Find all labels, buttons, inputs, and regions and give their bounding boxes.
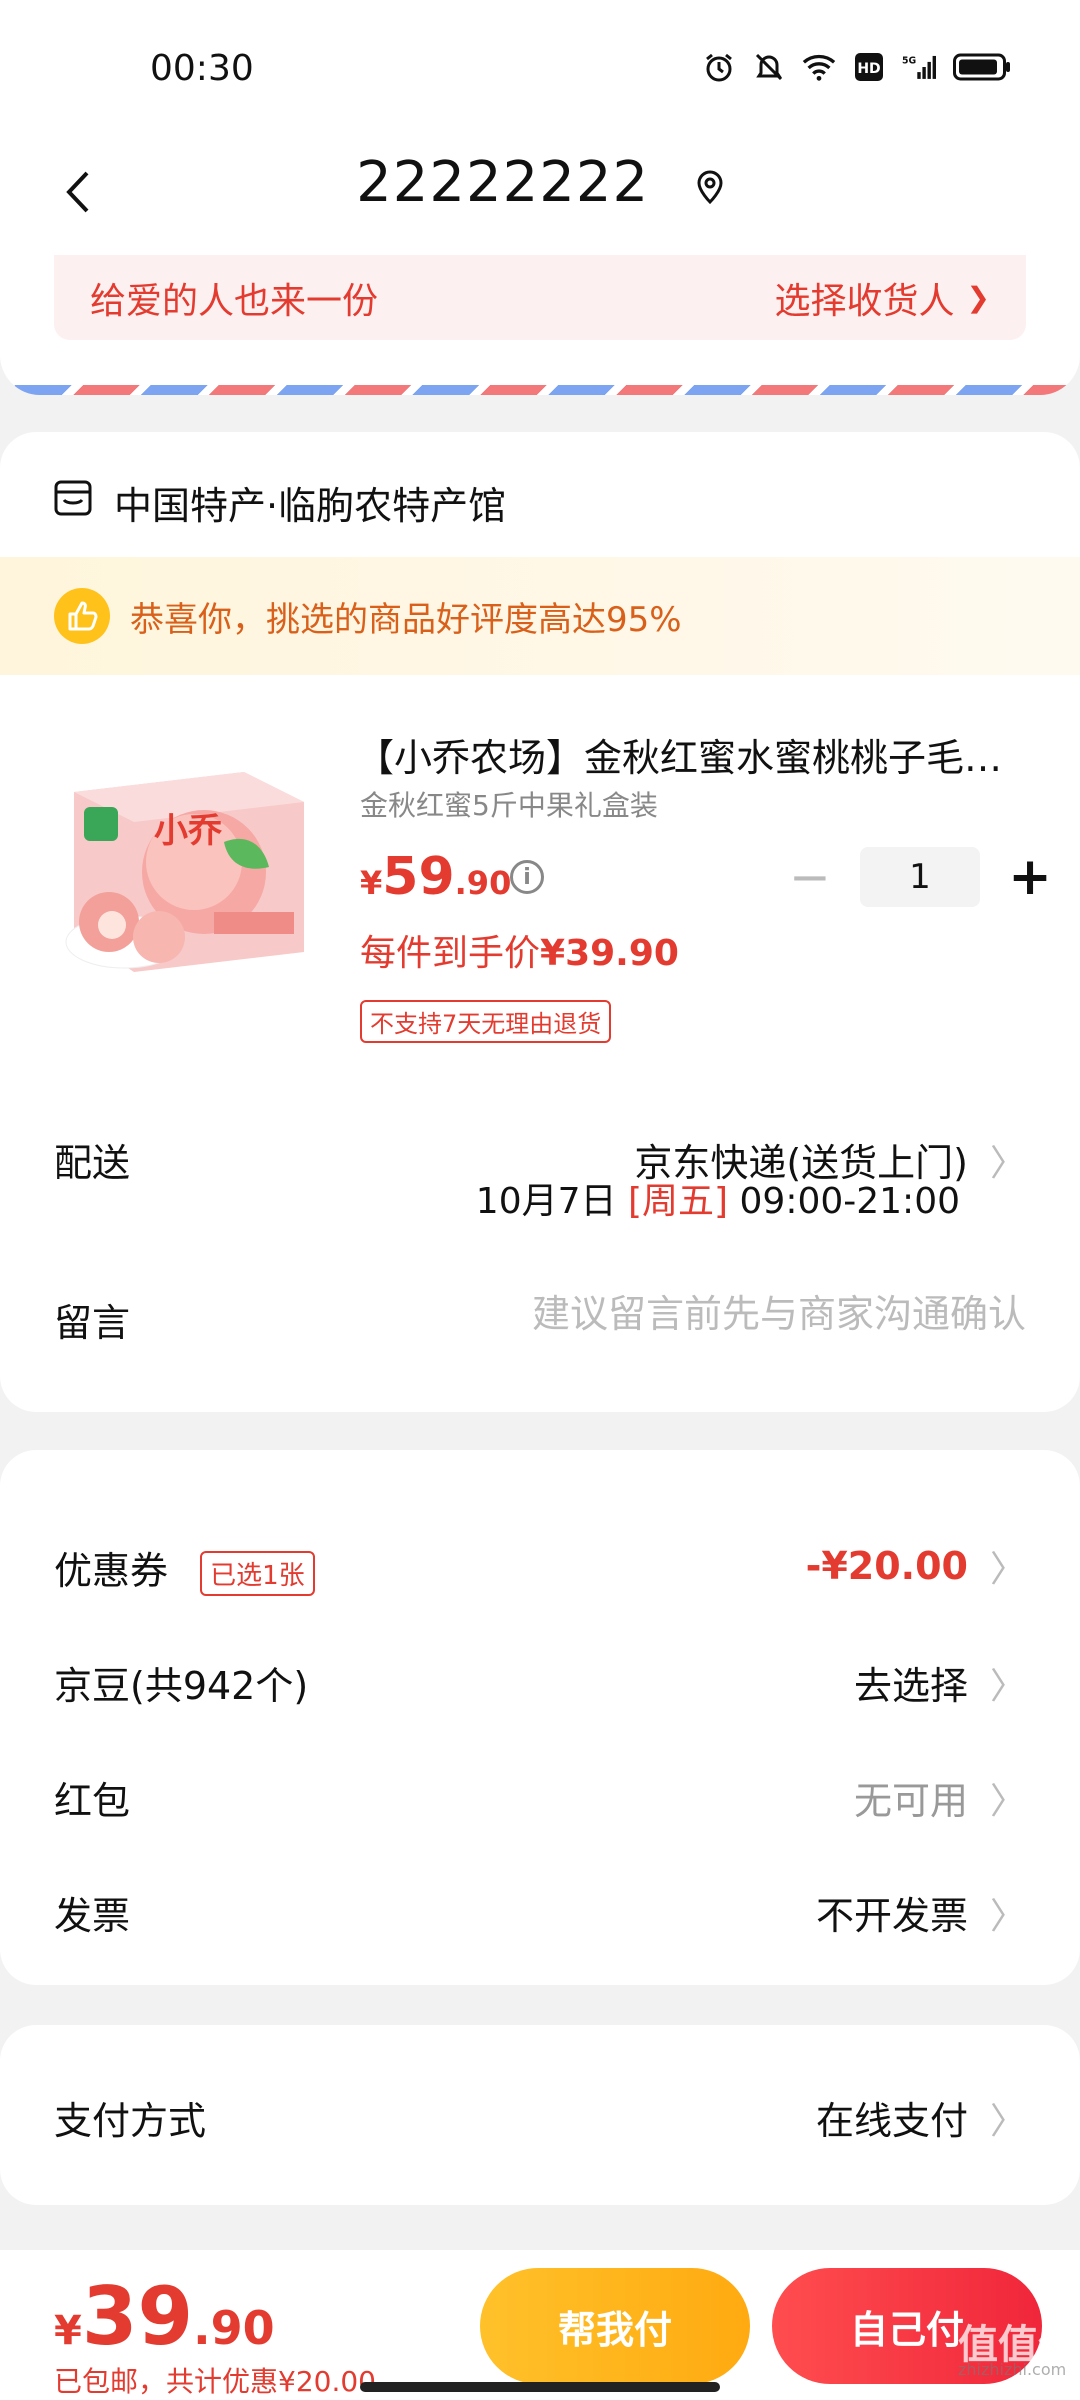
status-icons: HD 5G — [702, 50, 1012, 84]
chevron-right-icon: 〉 — [989, 1142, 1026, 1184]
message-label: 留言 — [54, 1301, 131, 1345]
coupon-row[interactable]: -¥20.00 〉 — [806, 1540, 1026, 1592]
beans-value: 去选择 — [853, 1664, 968, 1708]
total-price: ¥ 39 .90 — [54, 2270, 275, 2363]
battery-icon — [952, 50, 1012, 84]
mute-bell-icon — [752, 50, 786, 84]
location-pin-icon — [696, 153, 724, 218]
coupon-row-label: 优惠券 已选1张 — [54, 1540, 315, 1596]
total-decimal: .90 — [193, 2301, 275, 2355]
delivery-date[interactable]: 10月7日 [周五] 09:00-21:00 — [476, 1172, 960, 1224]
shop-card: 中国特产·临朐农特产馆 恭喜你，挑选的商品好评度高达95% 小乔 【小乔农场】金… — [0, 432, 1080, 1412]
total-currency: ¥ — [54, 2308, 82, 2354]
coupon-value: -¥20.00 — [805, 1544, 968, 1588]
total-integer: 39 — [81, 2270, 194, 2363]
beans-row[interactable]: 去选择 〉 — [854, 1655, 1026, 1710]
final-price: 每件到手价¥39.90 — [360, 924, 679, 976]
final-price-value: ¥39.90 — [540, 933, 679, 974]
redpacket-row[interactable]: 无可用 〉 — [854, 1770, 1026, 1825]
wifi-icon — [802, 50, 836, 84]
chevron-right-icon: 〉 — [989, 2100, 1026, 2142]
info-icon[interactable]: i — [510, 860, 544, 894]
product-spec[interactable]: 金秋红蜜5斤中果礼盒装 — [360, 784, 658, 824]
checkout-bar: ¥ 39 .90 已包邮，共计优惠¥20.00 帮我付 自己付 — [0, 2250, 1080, 2400]
shop-icon — [54, 480, 92, 525]
price-integer: 59 — [382, 847, 455, 907]
hd-icon: HD — [852, 50, 886, 84]
payment-method-value: 在线支付 — [815, 2099, 968, 2143]
message-input[interactable] — [386, 1292, 1026, 1336]
delivery-date-day: 10月7日 — [475, 1181, 617, 1222]
coupon-label: 优惠券 — [54, 1549, 169, 1593]
return-policy-badge: 不支持7天无理由退货 — [360, 1000, 612, 1043]
invoice-label: 发票 — [54, 1894, 131, 1938]
coupon-selected-badge: 已选1张 — [200, 1551, 315, 1596]
price-decimal: .90 — [454, 864, 512, 902]
chevron-right-icon: 〉 — [989, 1549, 1026, 1590]
payment-label: 支付方式 — [54, 2099, 207, 2143]
delivery-time-range: 09:00-21:00 — [739, 1181, 960, 1222]
delivery-weekday: [周五] — [627, 1181, 729, 1222]
payment-method-row[interactable]: 在线支付 〉 — [816, 2090, 1026, 2145]
select-recipient-label: 选择收货人 — [774, 280, 955, 322]
chevron-right-icon: 〉 — [989, 1665, 1026, 1707]
quantity-value[interactable]: 1 — [860, 847, 980, 907]
svg-text:小乔: 小乔 — [154, 811, 223, 851]
final-price-label: 每件到手价 — [360, 933, 541, 974]
5g-signal-icon: 5G — [902, 50, 936, 84]
chevron-right-icon: 〉 — [989, 1780, 1026, 1822]
airmail-stripe — [0, 385, 1080, 395]
help-pay-button[interactable]: 帮我付 — [480, 2268, 750, 2384]
product-price: ¥ 59 .90 — [360, 847, 511, 907]
home-indicator[interactable] — [360, 2382, 720, 2392]
select-recipient-link[interactable]: 选择收货人 ❯ — [775, 272, 990, 324]
alarm-icon — [702, 50, 736, 84]
address-card: 给爱的人也来一份 选择收货人 ❯ — [0, 255, 1080, 395]
shop-name: 中国特产·临朐农特产馆 — [114, 483, 507, 528]
redpacket-value: 无可用 — [853, 1779, 968, 1823]
nav-bar: 22222222 — [0, 130, 1080, 255]
thumbs-up-icon — [54, 588, 110, 644]
gift-bar-text: 给爱的人也来一份 — [90, 280, 379, 322]
svg-text:5G: 5G — [902, 56, 916, 67]
praise-text: 恭喜你，挑选的商品好评度高达95% — [130, 599, 682, 640]
svg-text:HD: HD — [857, 61, 880, 77]
gift-bar[interactable]: 给爱的人也来一份 选择收货人 ❯ — [54, 255, 1026, 340]
invoice-row[interactable]: 不开发票 〉 — [816, 1885, 1026, 1940]
address-name: 22222222 — [356, 150, 650, 215]
redpacket-label: 红包 — [54, 1779, 131, 1823]
payment-card: 支付方式 在线支付 〉 — [0, 2025, 1080, 2205]
invoice-value: 不开发票 — [815, 1894, 968, 1938]
chevron-right-icon: 〉 — [989, 1895, 1026, 1937]
total-note: 已包邮，共计优惠¥20.00 — [54, 2365, 376, 2398]
shop-header[interactable]: 中国特产·临朐农特产馆 — [54, 472, 506, 532]
product-image[interactable]: 小乔 — [54, 732, 318, 996]
chevron-right-icon: ❯ — [966, 281, 990, 314]
discount-card: 优惠券 已选1张 -¥20.00 〉 京豆(共942个) 去选择 〉 红包 无可… — [0, 1450, 1080, 1985]
price-currency: ¥ — [360, 864, 383, 902]
increase-quantity-button[interactable]: + — [1000, 847, 1060, 907]
quantity-stepper: − 1 + — [780, 847, 1060, 907]
watermark-url: zhizhizhi.com — [958, 2360, 1067, 2379]
product-title[interactable]: 【小乔农场】金秋红蜜水蜜桃桃子毛… — [356, 727, 1016, 782]
praise-banner: 恭喜你，挑选的商品好评度高达95% — [0, 557, 1080, 675]
decrease-quantity-button[interactable]: − — [780, 847, 840, 907]
delivery-label: 配送 — [54, 1141, 131, 1185]
beans-label: 京豆(共942个) — [54, 1664, 309, 1708]
status-bar: 00:30 HD 5G — [0, 0, 1080, 130]
status-time: 00:30 — [150, 48, 254, 89]
address-title[interactable]: 22222222 — [0, 150, 1080, 218]
